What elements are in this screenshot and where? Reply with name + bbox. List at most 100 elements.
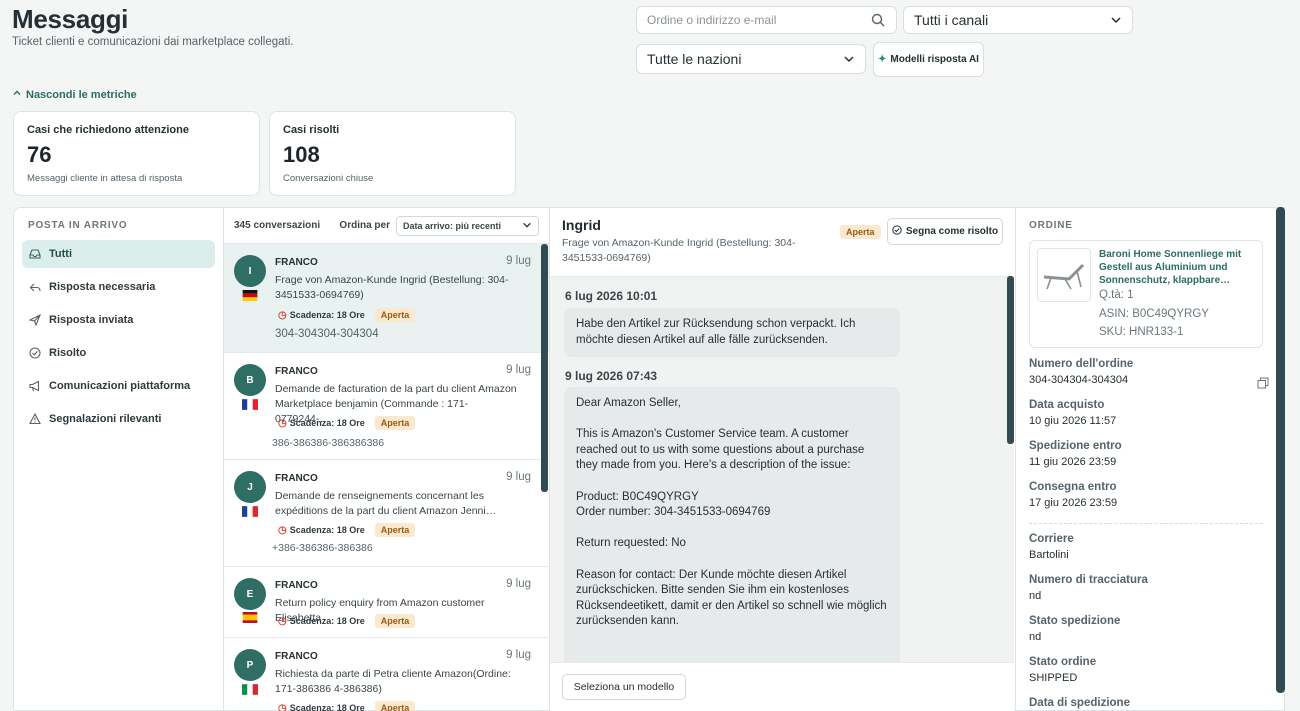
- sidebar-item-label: Tutti: [49, 248, 73, 260]
- sidebar-item-platform[interactable]: Comunicazioni piattaforma: [22, 372, 215, 400]
- status-badge: Aperta: [374, 701, 416, 711]
- field-value: SHIPPED: [1029, 672, 1078, 684]
- conversation-subject: Richiesta da parte di Petra cliente Amaz…: [275, 668, 511, 695]
- metric-title: Casi che richiedono attenzione: [27, 124, 189, 136]
- sidebar-item-label: Segnalazioni rilevanti: [49, 413, 162, 425]
- thread-customer-name: Ingrid: [562, 217, 601, 233]
- megaphone-icon: [29, 380, 41, 392]
- italy-flag-icon: [242, 684, 258, 695]
- sidebar-item-label: Risposta inviata: [49, 314, 134, 326]
- channel-select[interactable]: Tutti i canali: [903, 6, 1133, 34]
- deadline-text: Scadenza: 18 Ore: [289, 418, 365, 428]
- metric-title: Casi risolti: [283, 124, 340, 136]
- check-circle-icon: [29, 347, 41, 359]
- conversation-order-number: 304-304304-304304: [275, 328, 379, 340]
- chevron-down-icon: [522, 220, 532, 232]
- inbox-sidebar: POSTA IN ARRIVO Tutti Risposta necessari…: [13, 207, 224, 711]
- field-label: Numero dell'ordine: [1029, 358, 1134, 370]
- avatar: E: [234, 578, 266, 610]
- conversation-subject: Frage von Amazon-Kunde Ingrid (Bestellun…: [275, 274, 509, 301]
- clock-icon: ◷: [278, 417, 287, 429]
- product-quantity: Q.tà: 1: [1099, 289, 1134, 301]
- search-input[interactable]: [647, 13, 870, 27]
- conversation-item[interactable]: P FRANCO 9 lug Richiesta da parte di Pet…: [224, 638, 549, 711]
- metric-value: 108: [283, 142, 320, 167]
- sort-select[interactable]: Data arrivo: più recenti: [396, 215, 539, 236]
- france-flag-icon: [242, 399, 258, 410]
- message-date: 6 lug 2026 10:01: [565, 289, 658, 303]
- product-sku: SKU: HNR133-1: [1099, 326, 1184, 338]
- order-heading: ORDINE: [1029, 220, 1073, 231]
- select-template-button[interactable]: Seleziona un modello: [562, 674, 686, 700]
- field-value: 11 giu 2026 23:59: [1029, 456, 1117, 468]
- order-status-field: Stato ordine SHIPPED: [1029, 656, 1269, 684]
- ai-templates-label: Modelli risposta AI: [890, 54, 979, 65]
- conversation-date: 9 lug: [506, 649, 531, 661]
- conversation-badges: ◷ Scadenza: 18 Ore Aperta: [278, 308, 416, 322]
- clock-icon: ◷: [278, 524, 287, 536]
- deadline-badge: ◷ Scadenza: 18 Ore: [278, 525, 365, 536]
- avatar: I: [234, 255, 266, 287]
- conversation-item[interactable]: I FRANCO 9 lug Frage von Amazon-Kunde In…: [224, 244, 549, 353]
- shipping-status-field: Stato spedizione nd: [1029, 615, 1269, 643]
- sidebar-item-label: Risposta necessaria: [49, 281, 156, 293]
- message-bubble: Dear Amazon Seller, This is Amazon's Cus…: [564, 387, 900, 662]
- message-date: 9 lug 2026 07:43: [565, 369, 658, 383]
- field-value: 17 giu 2026 23:59: [1029, 497, 1118, 509]
- inbox-icon: [29, 248, 41, 260]
- conversation-badges: ◷ Scadenza: 18 Ore Aperta: [278, 701, 416, 711]
- clock-icon: ◷: [278, 309, 287, 321]
- clock-icon: ◷: [278, 702, 287, 711]
- mark-resolved-button[interactable]: Segna come risolto: [887, 218, 1003, 245]
- sidebar-item-resolved[interactable]: Risolto: [22, 339, 215, 367]
- mark-resolved-label: Segna come risolto: [905, 226, 999, 237]
- chevron-up-icon: [12, 88, 22, 101]
- field-value: 10 giu 2026 11:57: [1029, 415, 1117, 427]
- conversation-date: 9 lug: [506, 578, 531, 590]
- message-history: 6 lug 2026 10:01 Habe den Artikel zur Rü…: [550, 276, 1014, 662]
- status-badge: Aperta: [840, 225, 881, 239]
- status-badge: Aperta: [374, 614, 416, 628]
- copy-icon[interactable]: [1257, 377, 1269, 389]
- carrier-field: Corriere Bartolini: [1029, 533, 1269, 561]
- sidebar-item-label: Comunicazioni piattaforma: [49, 380, 191, 392]
- search-icon[interactable]: [870, 12, 886, 28]
- metric-value: 76: [27, 142, 52, 167]
- field-label: Spedizione entro: [1029, 440, 1122, 452]
- sidebar-item-reply-needed[interactable]: Risposta necessaria: [22, 273, 215, 301]
- conversation-date: 9 lug: [506, 364, 531, 376]
- sidebar-item-reports[interactable]: Segnalazioni rilevanti: [22, 405, 215, 433]
- conversation-thread: Ingrid Frage von Amazon-Kunde Ingrid (Be…: [550, 207, 1016, 711]
- conversation-order-number: 386-386386-386386386: [272, 437, 385, 449]
- conversation-item[interactable]: B FRANCO 9 lug Demande de facturation de…: [224, 353, 549, 460]
- sidebar-item-label: Risolto: [49, 347, 87, 359]
- conversation-sender: FRANCO: [275, 257, 318, 268]
- page-subtitle: Ticket clienti e comunicazioni dai marke…: [12, 36, 294, 48]
- deadline-text: Scadenza: 18 Ore: [289, 703, 365, 711]
- sidebar-item-all[interactable]: Tutti: [22, 240, 215, 268]
- ai-templates-button[interactable]: ✦ Modelli risposta AI: [873, 42, 984, 77]
- conversation-item[interactable]: E FRANCO 9 lug Return policy enquiry fro…: [224, 567, 549, 638]
- spain-flag-icon: [242, 612, 258, 623]
- order-details-scrollbar[interactable]: [1276, 207, 1285, 693]
- purchase-date-field: Data acquisto 10 giu 2026 11:57: [1029, 399, 1269, 427]
- avatar: B: [234, 364, 266, 396]
- thread-scrollbar[interactable]: [1007, 276, 1014, 444]
- field-label: Stato ordine: [1029, 656, 1097, 668]
- inbox-heading: POSTA IN ARRIVO: [28, 220, 128, 231]
- conversation-list-scrollbar[interactable]: [541, 244, 548, 492]
- sidebar-item-reply-sent[interactable]: Risposta inviata: [22, 306, 215, 334]
- reply-composer: Seleziona un modello: [550, 662, 1014, 711]
- field-label: Data di spedizione: [1029, 697, 1130, 709]
- deadline-text: Scadenza: 18 Ore: [289, 525, 365, 535]
- field-label: Corriere: [1029, 533, 1074, 545]
- toggle-metrics-button[interactable]: Nascondi le metriche: [12, 88, 137, 101]
- product-title-link[interactable]: Baroni Home Sonnenliege mit Gestell aus …: [1099, 248, 1257, 287]
- conversation-item[interactable]: J FRANCO 9 lug Demande de renseignements…: [224, 460, 549, 567]
- nation-select[interactable]: Tutte le nazioni: [636, 44, 866, 74]
- toggle-metrics-label: Nascondi le metriche: [26, 88, 137, 101]
- avatar: J: [234, 471, 266, 503]
- deadline-text: Scadenza: 18 Ore: [289, 616, 365, 626]
- deliver-by-field: Consegna entro 17 giu 2026 23:59: [1029, 481, 1269, 509]
- conversation-badges: ◷ Scadenza: 18 Ore Aperta: [278, 614, 416, 628]
